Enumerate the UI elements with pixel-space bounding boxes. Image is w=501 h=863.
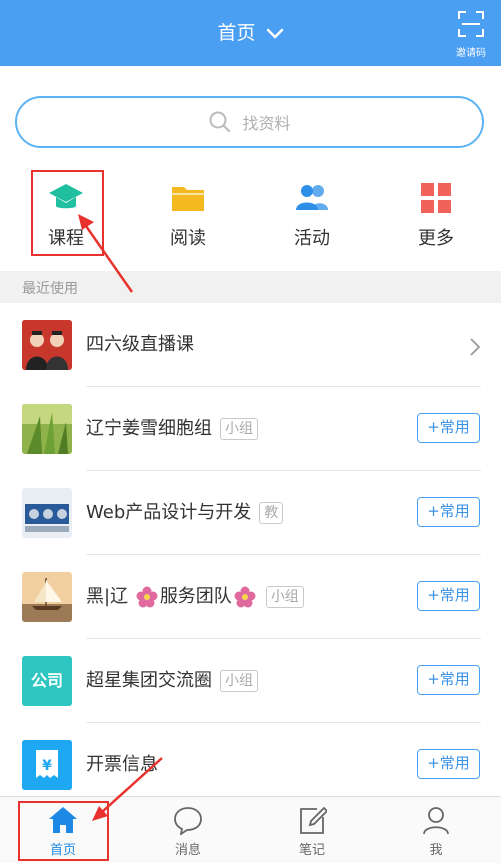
tab-me[interactable]: 我 [391, 797, 481, 863]
add-favorite-button[interactable]: +常用 [417, 581, 480, 611]
list-item-title-wrap: 黑|辽 服务团队 小组 [86, 582, 304, 608]
quick-nav-activity[interactable]: 活动 [272, 172, 352, 256]
header-title-dropdown[interactable]: 首页 [0, 18, 501, 48]
company-badge-text: 公司 [30, 671, 63, 690]
app-screen: 首页 邀请码 找资料 课程 阅读 活动 更多 最近使用 四六级直播课 辽宁姜雪细… [0, 0, 501, 863]
company-badge: 公司 [22, 656, 72, 706]
section-title: 最近使用 [22, 281, 78, 297]
invoice-icon: ¥ [22, 740, 72, 790]
annotation-highlight-box [18, 801, 109, 861]
list-item-title: Web产品设计与开发 [86, 502, 252, 523]
search-box[interactable]: 找资料 [15, 96, 484, 148]
list-item[interactable]: ¥ 开票信息 +常用 [0, 723, 501, 807]
list-item-title-wrap: 辽宁姜雪细胞组 小组 [86, 414, 258, 440]
scan-icon [458, 11, 484, 37]
section-header: 最近使用 [0, 271, 501, 303]
type-badge: 小组 [265, 586, 304, 608]
tab-label: 笔记 [298, 843, 325, 858]
add-favorite-button[interactable]: +常用 [417, 665, 480, 695]
list-item[interactable]: 公司 超星集团交流圈 小组 +常用 [0, 639, 501, 723]
chevron-right-icon [470, 338, 481, 356]
type-badge: 小组 [220, 418, 258, 440]
quick-nav-more[interactable]: 更多 [396, 172, 476, 256]
page-title: 首页 [217, 22, 256, 44]
quick-nav-label: 活动 [294, 228, 330, 249]
quick-nav-label: 更多 [418, 228, 454, 249]
quick-nav-reading[interactable]: 阅读 [148, 172, 228, 256]
chevron-down-icon [266, 28, 283, 39]
list-item-title: 辽宁姜雪细胞组 [86, 418, 212, 439]
list-item-title: 开票信息 [86, 754, 158, 775]
list-item[interactable]: 辽宁姜雪细胞组 小组 +常用 [0, 387, 501, 471]
thumbnail-image [22, 404, 72, 454]
tab-label: 消息 [174, 843, 201, 858]
chat-bubble-icon [174, 807, 202, 835]
tab-label: 我 [429, 843, 443, 858]
list-item[interactable]: 四六级直播课 [0, 303, 501, 387]
invite-code-button[interactable]: 邀请码 [451, 10, 491, 59]
add-favorite-button[interactable]: +常用 [417, 497, 480, 527]
search-icon [209, 111, 231, 133]
list-item-title: 超星集团交流圈 [86, 670, 212, 691]
tab-messages[interactable]: 消息 [143, 797, 233, 863]
list-item-title: 黑|辽 [86, 586, 129, 607]
add-favorite-button[interactable]: +常用 [417, 413, 480, 443]
list-item-title-wrap: 超星集团交流圈 小组 [86, 666, 258, 692]
tab-notes[interactable]: 笔记 [267, 797, 357, 863]
top-header: 首页 邀请码 [0, 0, 501, 66]
list-item-title-suffix: 服务团队 [159, 586, 232, 607]
thumbnail-image [22, 488, 72, 538]
list-item[interactable]: 黑|辽 服务团队 小组 +常用 [0, 555, 501, 639]
type-badge: 小组 [220, 670, 258, 692]
grid-icon [421, 183, 451, 213]
flower-icon [136, 586, 158, 608]
quick-nav-label: 阅读 [170, 228, 206, 249]
person-icon [423, 807, 449, 835]
annotation-highlight-box [31, 170, 104, 256]
type-badge: 教 [259, 502, 284, 524]
add-favorite-button[interactable]: +常用 [417, 749, 480, 779]
edit-note-icon [300, 806, 327, 834]
list-item-title-wrap: Web产品设计与开发教 [86, 498, 284, 524]
list-item-title: 四六级直播课 [86, 334, 194, 355]
invite-code-label: 邀请码 [456, 48, 486, 59]
list-item[interactable]: Web产品设计与开发教 +常用 [0, 471, 501, 555]
flower-icon [234, 586, 256, 608]
thumbnail-image [22, 572, 72, 622]
search-placeholder: 找资料 [242, 114, 291, 133]
thumbnail-image [22, 320, 72, 370]
svg-text:¥: ¥ [42, 758, 52, 774]
people-icon [296, 185, 328, 210]
folder-icon [172, 187, 204, 211]
